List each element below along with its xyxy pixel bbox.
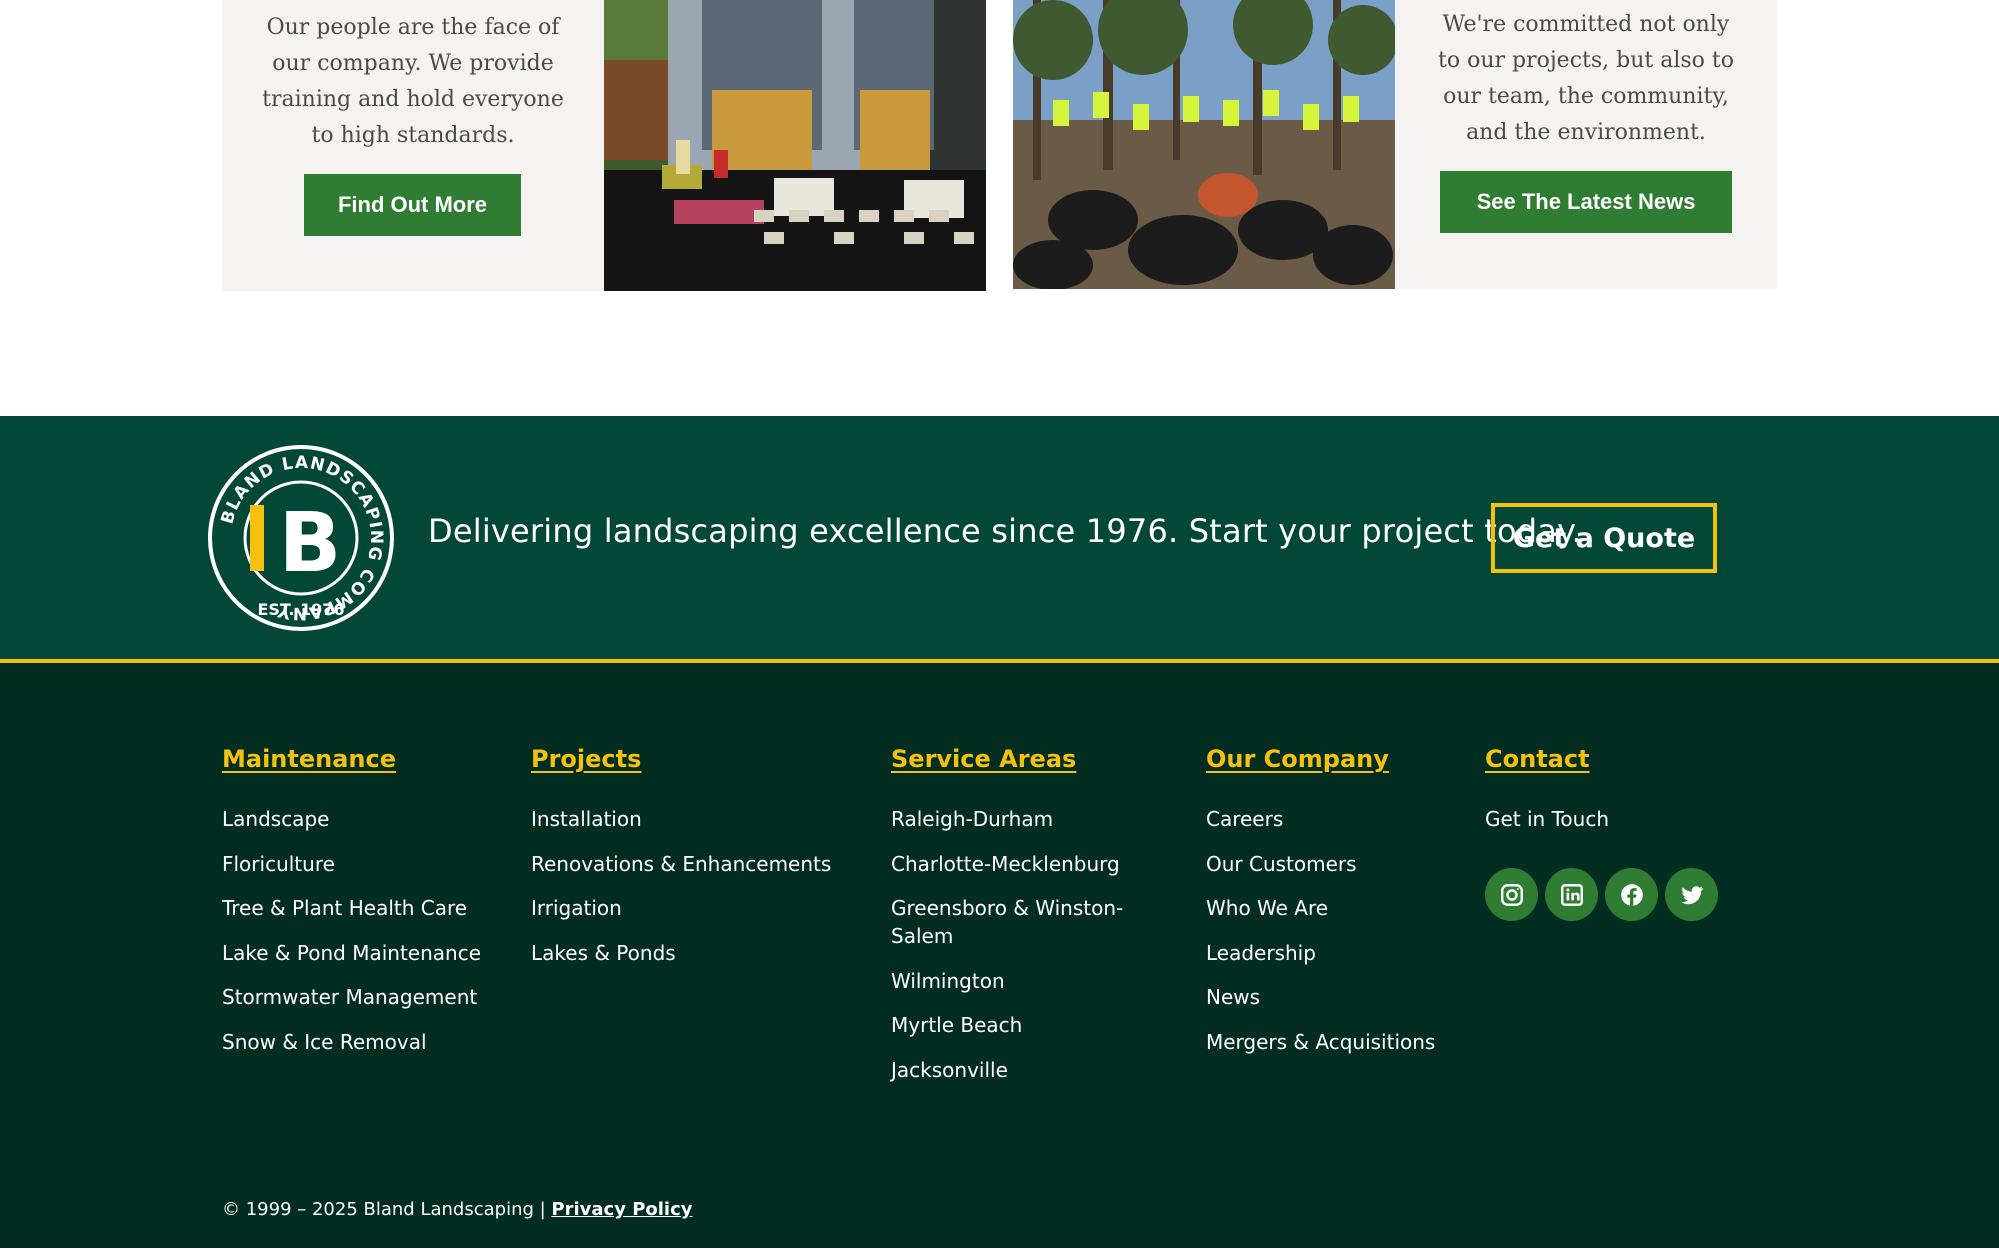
footer-column-projects: Projects Installation Renovations & Enha… [531,745,871,983]
cta-tagline: Delivering landscaping excellence since … [428,512,1583,550]
footer-link[interactable]: Greensboro & Winston-Salem [891,894,1161,950]
see-latest-news-button[interactable]: See The Latest News [1440,171,1732,233]
copyright: © 1999 – 2025 Bland Landscaping | Privac… [222,1199,693,1220]
footer-heading-projects[interactable]: Projects [531,745,641,773]
get-a-quote-button[interactable]: Get a Quote [1491,503,1717,573]
footer-link[interactable]: Lake & Pond Maintenance [222,939,512,967]
footer-column-service-areas: Service Areas Raleigh-Durham Charlotte-M… [891,745,1161,1100]
footer-heading-maintenance[interactable]: Maintenance [222,745,396,773]
footer-link[interactable]: Landscape [222,805,512,833]
linkedin-icon[interactable] [1545,868,1598,921]
footer-link[interactable]: Leadership [1206,939,1466,967]
footer-link[interactable]: Raleigh-Durham [891,805,1161,833]
footer-column-maintenance: Maintenance Landscape Floriculture Tree … [222,745,512,1072]
footer-heading-service-areas[interactable]: Service Areas [891,745,1076,773]
footer-link[interactable]: Renovations & Enhancements [531,850,871,878]
footer-link[interactable]: Myrtle Beach [891,1011,1161,1039]
bland-logo[interactable]: BLAND LANDSCAPING COMPANY EST. 1976 B [206,443,396,633]
instagram-icon[interactable] [1485,868,1538,921]
footer-link[interactable]: Floriculture [222,850,512,878]
footer-heading-contact[interactable]: Contact [1485,745,1590,773]
team-event-photo [604,0,986,291]
privacy-policy-link[interactable]: Privacy Policy [551,1199,692,1220]
footer-link[interactable]: Jacksonville [891,1056,1161,1084]
footer-link[interactable]: Who We Are [1206,894,1466,922]
find-out-more-button[interactable]: Find Out More [304,174,521,236]
footer-heading-our-company[interactable]: Our Company [1206,745,1389,773]
footer-link[interactable]: News [1206,983,1466,1011]
people-card-text: Our people are the face of our company. … [262,15,564,148]
footer-link[interactable]: Lakes & Ponds [531,939,871,967]
footer-column-contact: Contact Get in Touch [1485,745,1745,850]
logo-est-text: EST. 1976 [257,600,344,619]
footer-link[interactable]: Our Customers [1206,850,1466,878]
footer-link[interactable]: Snow & Ice Removal [222,1028,512,1056]
facebook-icon[interactable] [1605,868,1658,921]
footer-link[interactable]: Installation [531,805,871,833]
logo-letter: B [279,496,342,591]
community-card-text: We're committed not only to our projects… [1438,12,1734,145]
footer-link[interactable]: Wilmington [891,967,1161,995]
footer-link[interactable]: Charlotte-Mecklenburg [891,850,1161,878]
footer-link[interactable]: Get in Touch [1485,805,1745,833]
footer-link[interactable]: Careers [1206,805,1466,833]
community-cleanup-photo [1013,0,1395,289]
social-links [1485,868,1718,921]
copyright-text: © 1999 – 2025 Bland Landscaping | [222,1199,552,1220]
footer-link[interactable]: Mergers & Acquisitions [1206,1028,1466,1056]
footer-link[interactable]: Stormwater Management [222,983,512,1011]
footer-link[interactable]: Irrigation [531,894,871,922]
footer-column-our-company: Our Company Careers Our Customers Who We… [1206,745,1466,1072]
twitter-icon[interactable] [1665,868,1718,921]
footer-link[interactable]: Tree & Plant Health Care [222,894,512,922]
